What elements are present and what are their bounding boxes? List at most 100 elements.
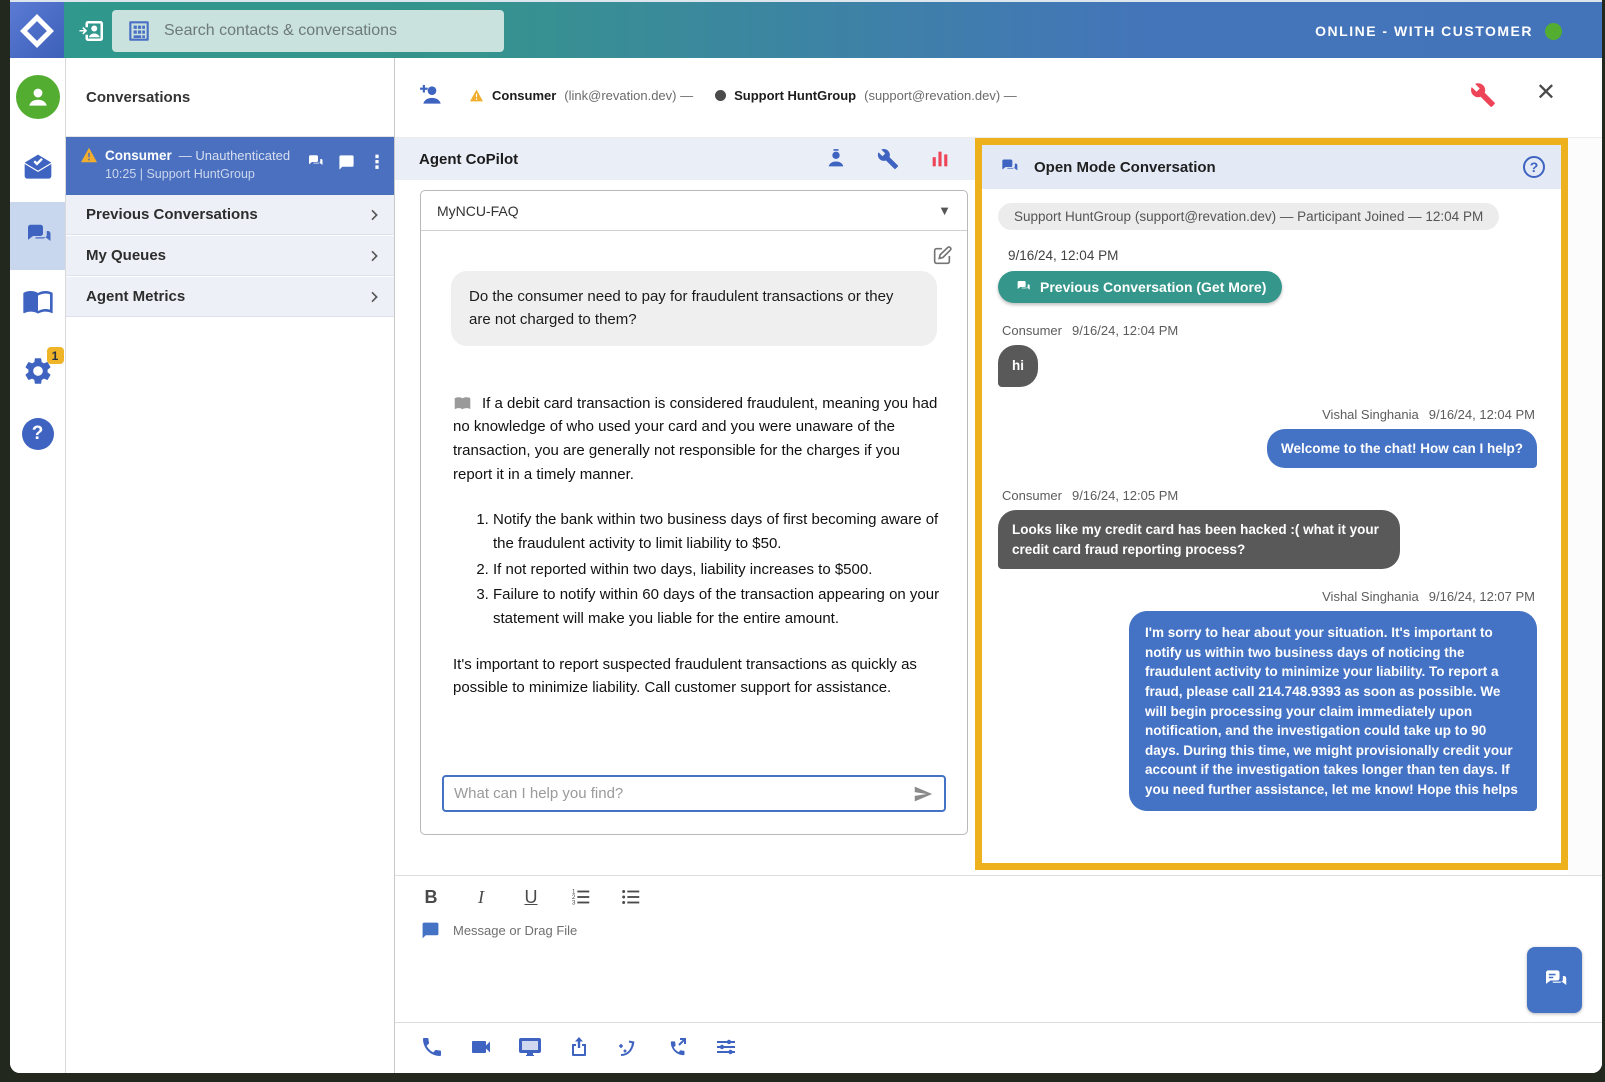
ai-transfer-icon[interactable] — [616, 1035, 640, 1059]
chat-multiple-icon — [1014, 279, 1032, 295]
conversation-name: Consumer — [105, 148, 172, 163]
video-icon[interactable] — [469, 1035, 493, 1059]
italic-button[interactable]: I — [470, 887, 492, 908]
previous-conversation-label: Previous Conversation (Get More) — [1040, 279, 1266, 295]
phone-icon[interactable] — [420, 1035, 444, 1059]
bullet-list-icon[interactable] — [620, 886, 642, 908]
book-icon — [22, 285, 54, 317]
sidebar-item-settings[interactable]: 1 — [10, 355, 65, 387]
participant-consumer-detail: (link@revation.dev) — — [564, 88, 693, 103]
search-input[interactable] — [164, 22, 490, 40]
conversation-list-item-selected[interactable]: Consumer — Unauthenticated 10:25 | Suppo… — [66, 137, 394, 195]
add-participant-icon[interactable] — [417, 82, 447, 108]
sidebar-item-help[interactable]: ? — [10, 418, 65, 450]
sidebar-item-inbox[interactable] — [10, 152, 65, 184]
search-bar[interactable] — [112, 10, 504, 52]
presence-status[interactable]: ONLINE - WITH CUSTOMER — [1315, 2, 1562, 60]
top-bar: ONLINE - WITH CUSTOMER — [10, 0, 1602, 58]
call-toolbar — [395, 1022, 1602, 1073]
sidebar-item-profile[interactable] — [10, 75, 65, 119]
status-label: ONLINE - WITH CUSTOMER — [1315, 23, 1533, 39]
app-logo[interactable] — [10, 2, 64, 60]
message-bubble-inbound: hi — [998, 345, 1038, 387]
copilot-wrench-icon[interactable] — [877, 148, 899, 170]
presence-dot-icon — [715, 90, 726, 101]
sidebar-item-knowledge[interactable] — [10, 285, 65, 317]
conversations-panel: Conversations Consumer — Unauthenticated… — [66, 58, 395, 1073]
close-icon[interactable]: ✕ — [1536, 78, 1556, 107]
chevron-right-icon — [366, 289, 382, 305]
message-input[interactable]: Message or Drag File — [420, 921, 577, 940]
copilot-answer: If a debit card transaction is considere… — [453, 392, 943, 701]
knowledge-base-dropdown[interactable]: MyNCU-FAQ ▼ — [421, 191, 967, 231]
previous-conversation-button[interactable]: Previous Conversation (Get More) — [998, 271, 1282, 303]
chevron-down-icon: ▼ — [938, 203, 951, 218]
numbered-list-icon[interactable]: 1 2 3 — [570, 886, 592, 908]
underline-button[interactable]: U — [520, 887, 542, 908]
conversation-messages[interactable]: Support HuntGroup (support@revation.dev)… — [982, 189, 1561, 863]
sender-name: Consumer — [1002, 488, 1062, 503]
message-time: 9/16/24, 12:07 PM — [1429, 589, 1535, 604]
nav-my-queues[interactable]: My Queues — [66, 236, 394, 276]
open-mode-conversation-panel: Open Mode Conversation ? Support HuntGro… — [975, 138, 1568, 870]
nav-agent-metrics[interactable]: Agent Metrics — [66, 277, 394, 317]
chevron-right-icon — [366, 248, 382, 264]
message-meta: Consumer 9/16/24, 12:05 PM — [1002, 488, 1545, 503]
sidebar-item-conversations[interactable] — [10, 202, 65, 270]
message-time: 9/16/24, 12:04 PM — [1072, 323, 1178, 338]
nav-previous-conversations[interactable]: Previous Conversations — [66, 195, 394, 235]
warning-triangle-icon — [80, 147, 98, 163]
message-timestamp: 9/16/24, 12:04 PM — [1008, 248, 1545, 263]
open-mode-header: Open Mode Conversation ? — [982, 145, 1561, 189]
message-meta: Vishal Singhania 9/16/24, 12:04 PM — [1002, 407, 1545, 422]
chat-multiple-icon — [998, 157, 1020, 177]
participant-support[interactable]: Support HuntGroup — [734, 88, 856, 103]
participant-consumer[interactable]: Consumer — [492, 88, 556, 103]
screen-share-icon[interactable] — [518, 1035, 542, 1059]
call-transfer-icon[interactable] — [665, 1035, 689, 1059]
copilot-send-icon[interactable] — [912, 783, 934, 805]
message-meta: Consumer 9/16/24, 12:04 PM — [1002, 323, 1545, 338]
message-time: 9/16/24, 12:05 PM — [1072, 488, 1178, 503]
warning-triangle-icon — [469, 89, 484, 102]
message-time: 9/16/24, 12:04 PM — [1429, 407, 1535, 422]
app-window: ONLINE - WITH CUSTOMER — [10, 0, 1602, 1073]
chat-multiple-icon[interactable] — [305, 153, 325, 171]
copilot-title: Agent CoPilot — [419, 151, 518, 168]
main-area: Consumer (link@revation.dev) — Support H… — [395, 58, 1602, 1073]
message-composer: B I U 1 2 3 — [395, 875, 1602, 1022]
add-contact-icon[interactable] — [78, 16, 110, 46]
settings-badge: 1 — [47, 347, 64, 364]
file-share-icon[interactable] — [567, 1035, 591, 1059]
inbox-check-icon — [22, 152, 54, 184]
sender-name: Vishal Singhania — [1322, 589, 1419, 604]
open-mode-title: Open Mode Conversation — [1034, 159, 1216, 176]
right-gutter — [1568, 138, 1602, 875]
online-dot-icon — [1545, 23, 1562, 40]
edit-question-icon[interactable] — [931, 245, 953, 267]
send-message-button[interactable] — [1527, 947, 1582, 1013]
chat-bubble-icon — [420, 921, 441, 940]
help-outline-icon[interactable]: ? — [1523, 156, 1545, 178]
copilot-input[interactable] — [454, 785, 912, 802]
agent-icon[interactable] — [825, 148, 847, 170]
answer-list: Notify the bank within two business days… — [453, 508, 943, 630]
nav-label: Agent Metrics — [86, 288, 185, 305]
kebab-menu-icon[interactable]: ⋮ — [368, 153, 386, 171]
agent-copilot-panel: Agent CoPilot — [395, 138, 975, 875]
chevron-right-icon — [366, 207, 382, 223]
bold-button[interactable]: B — [420, 887, 442, 908]
format-toolbar: B I U 1 2 3 — [420, 886, 642, 908]
chat-bubble-icon[interactable] — [337, 154, 356, 171]
tools-wrench-icon[interactable] — [1470, 82, 1496, 108]
sliders-icon[interactable] — [714, 1035, 738, 1059]
avatar — [16, 75, 60, 119]
sender-name: Consumer — [1002, 323, 1062, 338]
copilot-question-bubble: Do the consumer need to pay for fraudule… — [451, 271, 937, 346]
metrics-chart-icon[interactable] — [929, 148, 951, 170]
answer-list-item: Failure to notify within 60 days of the … — [493, 583, 943, 630]
dialpad-icon — [126, 18, 152, 44]
answer-list-item: If not reported within two days, liabili… — [493, 558, 943, 582]
nav-label: My Queues — [86, 247, 166, 264]
sender-name: Vishal Singhania — [1322, 407, 1419, 422]
